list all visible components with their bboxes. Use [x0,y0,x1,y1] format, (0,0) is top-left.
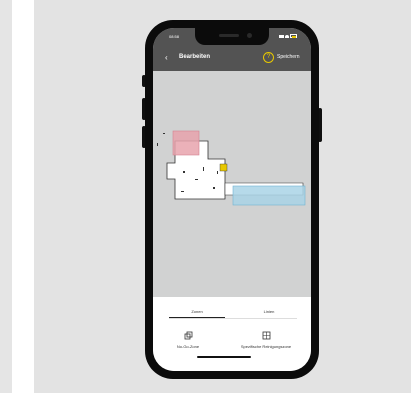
tab-zones[interactable]: Zonen [169,309,225,314]
no-go-zone-label: No-Go-Zone [176,344,200,349]
question-circle-icon[interactable]: ? [263,52,274,63]
chevron-left-icon[interactable]: ‹ [165,53,173,63]
notch [195,28,269,45]
phone-screen: 08:58 ‹ Bearbeiten ? Speichern Zonen Lin… [153,28,311,371]
front-camera [247,33,252,38]
signal-icon [279,35,284,38]
status-icons [279,34,297,39]
cleaning-zone-button[interactable]: Spezifische Reinigungszone [225,331,307,349]
tab-lines[interactable]: Linien [241,309,297,314]
wifi-icon [285,35,289,38]
toolbar: ‹ Bearbeiten ? Speichern [153,46,311,71]
phone-frame: 08:58 ‹ Bearbeiten ? Speichern Zonen Lin… [145,20,319,379]
page-title: Bearbeiten [179,54,211,60]
battery-icon [290,34,297,38]
status-time: 08:58 [169,34,180,39]
bottom-sheet: Zonen Linien No-Go-Zone Spezifische Rein… [153,297,311,371]
home-indicator[interactable] [197,356,251,358]
cleaning-zone-icon [262,331,270,340]
no-go-zone-button[interactable]: No-Go-Zone [163,331,213,349]
map-area[interactable] [153,71,311,297]
floor-map [157,130,306,206]
cleaning-zone-label: Spezifische Reinigungszone [240,344,292,349]
charging-dock [219,163,228,172]
save-button[interactable]: Speichern [277,54,300,60]
no-go-zone [172,130,200,156]
tab-divider [169,318,297,319]
left-background-strip [0,0,12,393]
cleaning-zone [232,185,306,206]
speaker [219,34,239,37]
no-go-zone-icon [184,331,192,340]
